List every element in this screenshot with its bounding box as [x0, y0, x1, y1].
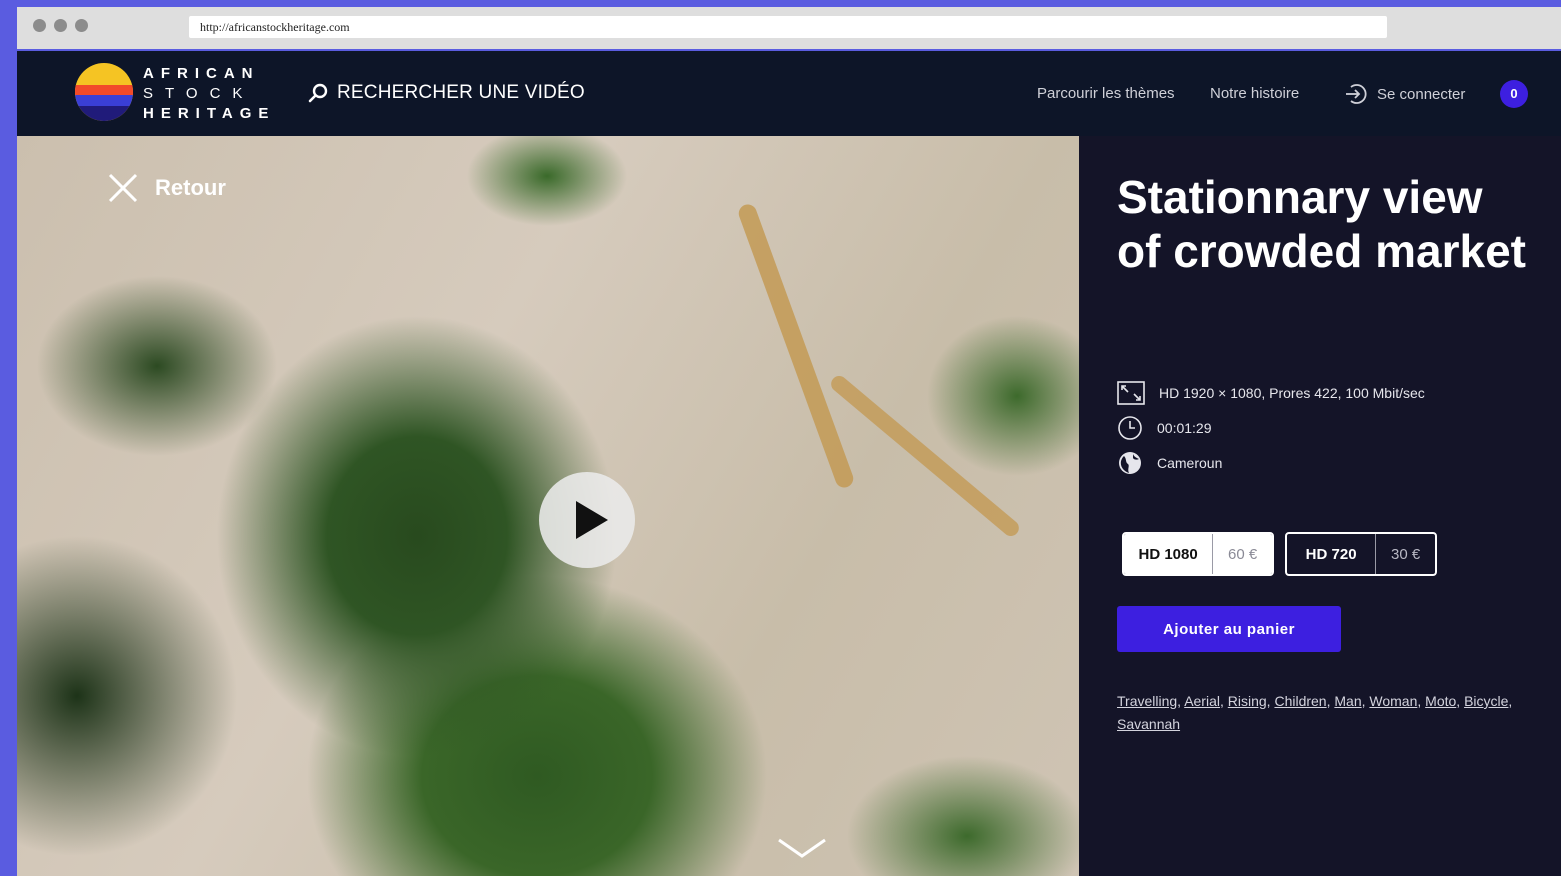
logo-wordmark[interactable]: AFRICAN STOCK HERITAGE [143, 64, 275, 124]
play-icon [576, 501, 608, 539]
browser-chrome: http://africanstockheritage.com [17, 7, 1561, 51]
tag-link[interactable]: Woman [1369, 693, 1417, 709]
option-quality: HD 720 [1305, 545, 1357, 563]
window-maximize-dot[interactable] [75, 19, 88, 32]
site-header: AFRICAN STOCK HERITAGE RECHERCHER UNE VI… [17, 51, 1561, 136]
option-hd-720[interactable]: HD 720 30 € [1285, 532, 1437, 576]
play-button[interactable] [539, 472, 635, 568]
logo-line-1: AFRICAN [143, 65, 260, 82]
duration-text: 00:01:29 [1157, 420, 1212, 436]
tag-link[interactable]: Children [1274, 693, 1326, 709]
logo-line-3: HERITAGE [143, 105, 276, 122]
format-text: HD 1920 × 1080, Prores 422, 100 Mbit/sec [1159, 385, 1425, 401]
video-player[interactable]: Retour [17, 136, 1079, 876]
country-text: Cameroun [1157, 455, 1223, 471]
address-bar[interactable]: http://africanstockheritage.com [189, 16, 1387, 38]
option-quality: HD 1080 [1124, 534, 1213, 574]
tag-link[interactable]: Aerial [1184, 693, 1220, 709]
tag-list: Travelling, Aerial, Rising, Children, Ma… [1117, 693, 1513, 732]
logo-mark[interactable] [75, 63, 133, 121]
option-price: 60 € [1212, 534, 1272, 574]
back-label: Retour [155, 175, 226, 200]
close-icon [108, 173, 138, 203]
login-icon [1346, 84, 1367, 104]
back-button[interactable]: Retour [107, 172, 226, 204]
option-price: 30 € [1375, 534, 1435, 574]
globe-icon [1119, 452, 1141, 474]
window-close-dot[interactable] [33, 19, 46, 32]
add-to-cart-button[interactable]: Ajouter au panier [1117, 606, 1341, 652]
nav-our-story[interactable]: Notre histoire [1210, 85, 1299, 102]
chevron-down-icon[interactable] [777, 836, 827, 860]
search-icon [308, 83, 328, 103]
duration-row: 00:01:29 [1117, 415, 1212, 441]
login-link[interactable]: Se connecter [1343, 81, 1465, 107]
logo-line-2: STOCK [143, 85, 255, 102]
tag-link[interactable]: Moto [1425, 693, 1456, 709]
tag-link[interactable]: Rising [1228, 693, 1267, 709]
format-row: HD 1920 × 1080, Prores 422, 100 Mbit/sec [1117, 381, 1425, 405]
country-row: Cameroun [1117, 450, 1222, 476]
tag-link[interactable]: Savannah [1117, 716, 1180, 732]
video-title: Stationnary view of crowded market [1117, 171, 1526, 277]
cart-count-badge[interactable]: 0 [1500, 80, 1528, 108]
video-frame-detail [736, 201, 856, 491]
login-label: Se connecter [1377, 85, 1466, 103]
nav-browse-themes[interactable]: Parcourir les thèmes [1037, 85, 1175, 102]
browser-window: http://africanstockheritage.com AFRICAN … [17, 7, 1561, 876]
search-label: RECHERCHER UNE VIDÉO [337, 82, 585, 103]
search-video-link[interactable]: RECHERCHER UNE VIDÉO [307, 78, 585, 108]
window-minimize-dot[interactable] [54, 19, 67, 32]
video-details-panel: Stationnary view of crowded market HD 19… [1079, 136, 1561, 876]
resolution-icon [1117, 381, 1145, 405]
tag-link[interactable]: Travelling [1117, 693, 1177, 709]
option-hd-1080[interactable]: HD 1080 60 € [1122, 532, 1274, 576]
tag-link[interactable]: Bicycle [1464, 693, 1508, 709]
clock-icon [1118, 416, 1142, 440]
tag-link[interactable]: Man [1334, 693, 1361, 709]
video-frame-detail [827, 372, 1023, 540]
